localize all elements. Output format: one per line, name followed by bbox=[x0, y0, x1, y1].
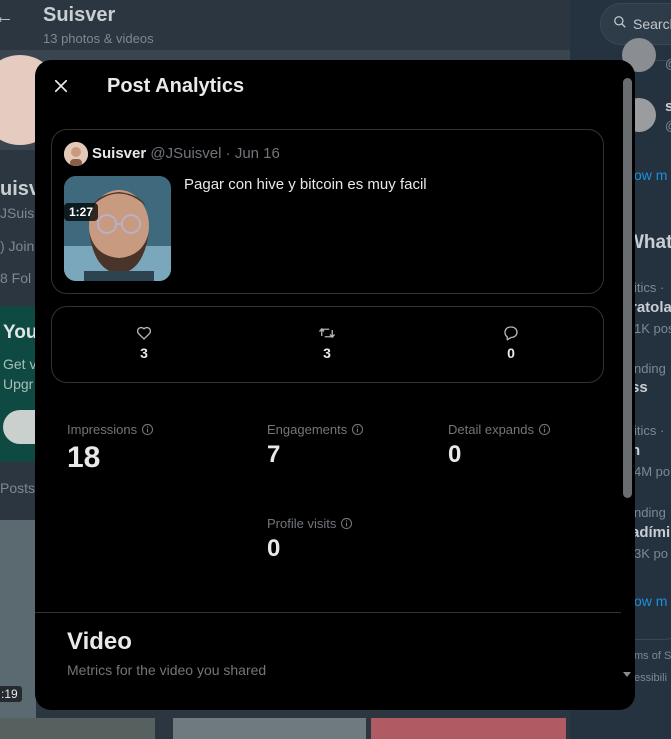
profile-header-title: Suisver bbox=[43, 4, 116, 26]
section-divider bbox=[35, 612, 621, 613]
media-grid-item[interactable] bbox=[0, 718, 155, 739]
reply-icon bbox=[504, 326, 518, 341]
like-stat: 3 bbox=[114, 324, 174, 361]
video-section-subtitle: Metrics for the video you shared bbox=[67, 662, 267, 678]
detail-expands-metric: Detail expands 0 bbox=[448, 422, 551, 469]
like-count: 3 bbox=[140, 345, 148, 361]
search-placeholder: Search bbox=[633, 16, 671, 32]
premium-promo-line: Get v bbox=[3, 356, 37, 372]
meta-separator: · bbox=[225, 145, 231, 162]
modal-header: Post Analytics bbox=[35, 60, 621, 112]
repost-icon bbox=[318, 327, 336, 339]
impressions-label: Impressions bbox=[67, 422, 138, 437]
suggested-user-handle: @ bbox=[665, 56, 671, 71]
info-icon[interactable] bbox=[141, 423, 154, 436]
post-meta: Suisver @JSuisvel · Jun 16 bbox=[92, 145, 280, 162]
post-analytics-modal: Post Analytics Suisver @JSuisvel · Jun 1… bbox=[35, 60, 635, 710]
suggested-user-handle: @ bbox=[665, 118, 671, 133]
profile-header: ← Suisver 13 photos & videos bbox=[0, 0, 570, 50]
back-arrow-icon[interactable]: ← bbox=[0, 6, 14, 29]
media-grid-item[interactable] bbox=[371, 718, 566, 739]
engagements-metric: Engagements 7 bbox=[267, 422, 364, 469]
impressions-metric: Impressions 18 bbox=[67, 422, 154, 475]
author-avatar[interactable] bbox=[64, 142, 88, 166]
tab-posts[interactable]: Posts bbox=[0, 480, 35, 496]
video-thumbnail-image bbox=[64, 176, 171, 281]
author-name[interactable]: Suisver bbox=[92, 145, 146, 162]
author-avatar-image bbox=[64, 142, 88, 166]
info-icon[interactable] bbox=[340, 517, 353, 530]
profile-visits-value: 0 bbox=[267, 535, 281, 562]
reply-count: 0 bbox=[507, 345, 515, 361]
post-date[interactable]: Jun 16 bbox=[235, 145, 280, 162]
trend-context: itics · bbox=[634, 423, 665, 438]
engagements-label: Engagements bbox=[267, 422, 348, 437]
media-duration-badge: :19 bbox=[0, 686, 22, 702]
profile-visits-label: Profile visits bbox=[267, 516, 337, 531]
trend-count: 4M po bbox=[634, 464, 671, 479]
show-more-link[interactable]: ow m bbox=[634, 593, 667, 609]
close-icon bbox=[54, 79, 68, 93]
trend-count: 3K po bbox=[634, 546, 668, 561]
show-more-link[interactable]: ow m bbox=[634, 167, 667, 183]
media-grid-item[interactable] bbox=[173, 718, 366, 739]
engagements-value: 7 bbox=[267, 441, 281, 468]
engagement-stats-card: 3 3 0 bbox=[51, 306, 604, 383]
profile-header-subtitle: 13 photos & videos bbox=[43, 31, 154, 46]
info-icon[interactable] bbox=[351, 423, 364, 436]
profile-join-date: ) Join bbox=[0, 238, 35, 254]
close-button[interactable] bbox=[47, 72, 75, 100]
impressions-value: 18 bbox=[67, 441, 101, 474]
detail-expands-value: 0 bbox=[448, 441, 462, 468]
heart-icon bbox=[136, 326, 152, 340]
detail-expands-label-row: Detail expands bbox=[448, 422, 551, 437]
suggested-user-name: s bbox=[665, 98, 671, 115]
profile-visits-metric: Profile visits 0 bbox=[267, 516, 353, 563]
post-text: Pagar con hive y bitcoin es muy facil bbox=[184, 176, 427, 193]
trend-context: itics · bbox=[634, 280, 665, 295]
video-thumbnail[interactable] bbox=[64, 176, 171, 281]
scrollbar-thumb[interactable] bbox=[623, 78, 632, 498]
trend-title[interactable]: adími bbox=[631, 524, 670, 541]
search-icon bbox=[614, 16, 626, 28]
video-duration-badge: 1:27 bbox=[64, 203, 99, 221]
trend-title[interactable]: ratola bbox=[631, 299, 671, 316]
video-section-title: Video bbox=[67, 628, 132, 655]
detail-expands-label: Detail expands bbox=[448, 422, 534, 437]
repost-count: 3 bbox=[323, 345, 331, 361]
premium-promo-heading: You bbox=[3, 322, 38, 343]
premium-promo-line: Upgr bbox=[3, 376, 34, 392]
scroll-down-arrow-icon[interactable] bbox=[623, 672, 631, 677]
repost-stat: 3 bbox=[297, 324, 357, 361]
trend-count: 1K pos bbox=[634, 321, 671, 336]
footer-link[interactable]: ms of Se bbox=[634, 650, 671, 662]
author-handle[interactable]: @JSuisvel bbox=[150, 145, 221, 162]
reply-stat: 0 bbox=[481, 324, 541, 361]
info-icon[interactable] bbox=[538, 423, 551, 436]
profile-followers[interactable]: 8 Fol bbox=[0, 270, 31, 286]
profile-handle: JSuis bbox=[0, 205, 35, 221]
modal-title: Post Analytics bbox=[107, 75, 245, 97]
post-preview-card[interactable]: Suisver @JSuisvel · Jun 16 1:27 Pagar co… bbox=[51, 129, 604, 294]
trend-context: nding bbox=[634, 505, 666, 520]
trend-context: nding bbox=[634, 361, 666, 376]
impressions-label-row: Impressions bbox=[67, 422, 154, 437]
profile-visits-label-row: Profile visits bbox=[267, 516, 353, 531]
footer-link[interactable]: essibili bbox=[634, 672, 667, 684]
engagements-label-row: Engagements bbox=[267, 422, 364, 437]
